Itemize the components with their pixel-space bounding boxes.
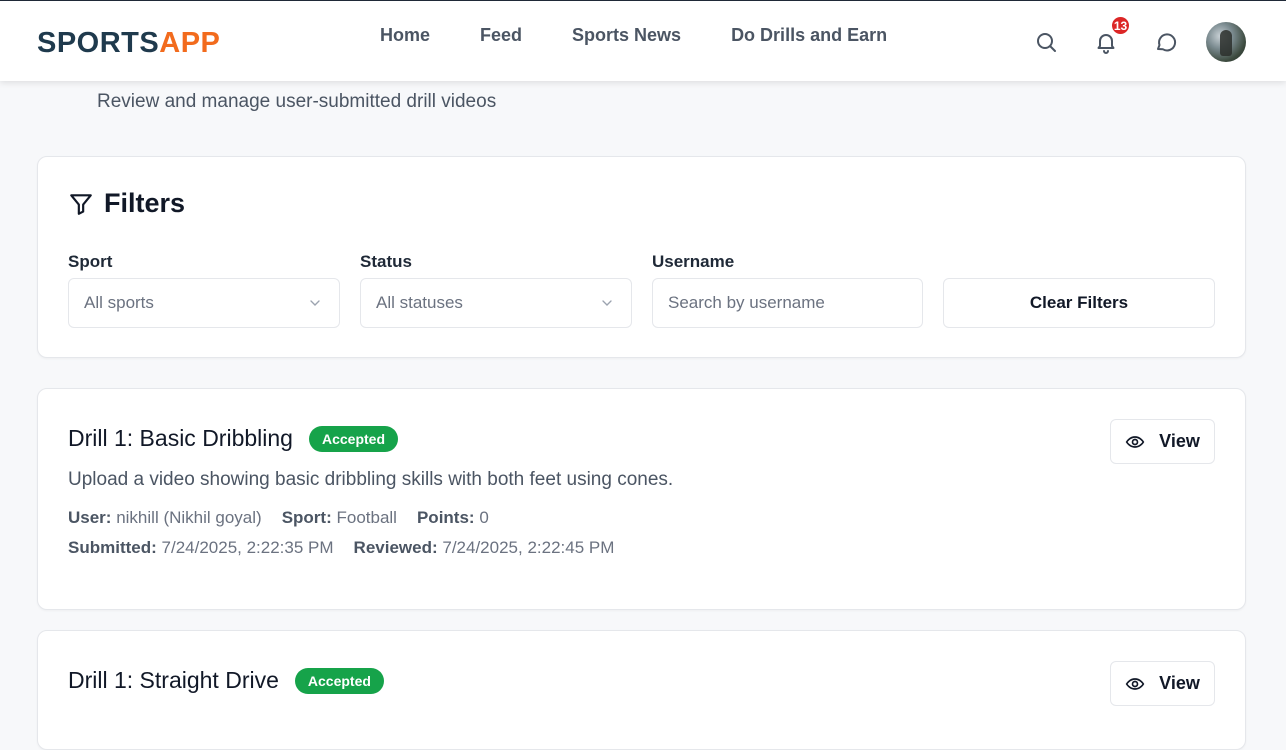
status-label: Status [360, 252, 412, 271]
drill-submitted: Submitted: 7/24/2025, 2:22:35 PM [68, 538, 334, 557]
drill-reviewed: Reviewed: 7/24/2025, 2:22:45 PM [353, 538, 615, 557]
view-button-label: View [1159, 673, 1200, 693]
eye-icon [1125, 677, 1145, 690]
chat-icon[interactable] [1154, 30, 1178, 54]
drill-title: Drill 1: Straight Drive [68, 667, 279, 693]
app-logo[interactable]: SPORTSAPP [37, 27, 220, 59]
clear-filters-button[interactable]: Clear Filters [943, 278, 1215, 328]
logo-text-app: APP [159, 27, 221, 59]
logo-text-sports: SPORTS [37, 27, 160, 59]
drill-sport: Sport: Football [281, 508, 397, 527]
drill-card: Drill 1: Basic Dribbling Accepted View U… [37, 388, 1246, 610]
username-label: Username [652, 252, 735, 271]
status-select[interactable]: All statuses [360, 278, 632, 328]
filters-card: Filters Sport All sports Status All stat… [37, 156, 1246, 358]
top-navbar: SPORTSAPP Home Feed Sports News Do Drill… [0, 0, 1286, 81]
page-subtitle: Review and manage user-submitted drill v… [97, 91, 497, 112]
sport-select[interactable]: All sports [68, 278, 340, 328]
drill-title: Drill 1: Basic Dribbling [68, 425, 293, 451]
chevron-down-icon [602, 300, 612, 306]
filters-heading: Filters [68, 188, 185, 219]
drill-card: Drill 1: Straight Drive Accepted View [37, 630, 1246, 750]
sport-select-value: All sports [84, 293, 154, 312]
filters-title: Filters [104, 188, 186, 218]
nav-link-home[interactable]: Home [380, 23, 430, 47]
view-button[interactable]: View [1110, 419, 1215, 464]
nav-link-feed[interactable]: Feed [480, 23, 522, 47]
eye-icon [1125, 435, 1145, 448]
drill-title-row: Drill 1: Straight Drive Accepted [68, 667, 384, 694]
drill-description: Upload a video showing basic dribbling s… [68, 469, 674, 490]
username-search-input[interactable] [652, 278, 923, 328]
status-badge: Accepted [294, 667, 384, 694]
drill-user: User: nikhill (Nikhil goyal) [68, 508, 262, 527]
view-button-label: View [1159, 431, 1200, 451]
status-select-value: All statuses [376, 293, 463, 312]
drill-meta-row-1: User: nikhill (Nikhil goyal) Sport: Foot… [68, 507, 509, 529]
drill-points: Points: 0 [416, 508, 489, 527]
search-icon[interactable] [1034, 30, 1058, 54]
drill-title-row: Drill 1: Basic Dribbling Accepted [68, 425, 398, 452]
notification-badge: 13 [1110, 15, 1131, 36]
drill-meta-row-2: Submitted: 7/24/2025, 2:22:35 PM Reviewe… [68, 537, 634, 559]
filter-icon [70, 193, 92, 215]
nav-link-sports-news[interactable]: Sports News [572, 23, 681, 47]
view-button[interactable]: View [1110, 661, 1215, 706]
status-badge: Accepted [308, 425, 398, 452]
main-nav: Home Feed Sports News Do Drills and Earn [380, 23, 937, 47]
user-avatar[interactable] [1206, 22, 1246, 62]
chevron-down-icon [310, 300, 320, 306]
nav-link-do-drills[interactable]: Do Drills and Earn [731, 23, 887, 47]
sport-label: Sport [68, 252, 113, 271]
